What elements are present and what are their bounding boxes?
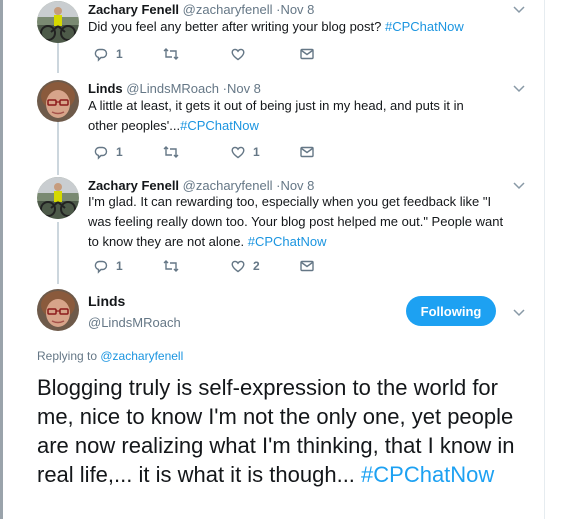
direct-message-button[interactable] [299, 143, 315, 161]
direct-message-icon [299, 258, 315, 274]
tweet-body: Did you feel any better after writing yo… [88, 19, 385, 34]
reply-icon [93, 144, 109, 160]
reply-count: 1 [116, 47, 123, 61]
tweet-header: Linds @LindsMRoach ·Nov 8 [88, 81, 261, 96]
retweet-icon [162, 258, 180, 274]
chevron-down-icon[interactable] [512, 180, 526, 190]
focused-tweet-text: Blogging truly is self-expression to the… [37, 373, 537, 489]
chevron-down-icon[interactable] [512, 4, 526, 14]
reply-button[interactable]: 1 [93, 143, 123, 161]
replying-to-label: Replying to [37, 349, 101, 363]
like-button[interactable] [230, 45, 253, 63]
like-count: 1 [253, 145, 260, 159]
tweet-date[interactable]: Nov 8 [280, 2, 314, 17]
like-button[interactable]: 2 [230, 257, 260, 275]
direct-message-icon [299, 46, 315, 62]
reply-button[interactable]: 1 [93, 257, 123, 275]
like-icon [230, 144, 246, 160]
author-handle[interactable]: @zacharyfenell [183, 2, 273, 17]
author-handle[interactable]: @LindsMRoach [126, 81, 219, 96]
author-name[interactable]: Zachary Fenell [88, 178, 179, 193]
tweet-date[interactable]: Nov 8 [227, 81, 261, 96]
tweet-actions: 1 2 [88, 257, 328, 275]
tweet-header: Zachary Fenell @zacharyfenell ·Nov 8 [88, 2, 314, 17]
zachary-avatar[interactable] [37, 1, 79, 43]
reply-count: 1 [116, 145, 123, 159]
tweet[interactable]: Linds @LindsMRoach ·Nov 8 A little at le… [0, 75, 544, 165]
mention-link[interactable]: @zacharyfenell [100, 349, 183, 363]
like-icon [230, 46, 246, 62]
tweet-text: I'm glad. It can rewarding too, especial… [88, 192, 506, 252]
author-name[interactable]: Linds [88, 293, 125, 309]
tweet-text: A little at least, it gets it out of bei… [88, 96, 493, 136]
retweet-button[interactable] [162, 45, 187, 63]
retweet-icon [162, 144, 180, 160]
retweet-button[interactable] [162, 257, 187, 275]
retweet-button[interactable] [162, 143, 187, 161]
tweet-header: Zachary Fenell @zacharyfenell ·Nov 8 [88, 178, 314, 193]
reply-icon [93, 46, 109, 62]
like-count: 2 [253, 259, 260, 273]
linds-avatar[interactable] [37, 289, 79, 331]
tweet-actions: 1 1 [88, 143, 328, 161]
reply-count: 1 [116, 259, 123, 273]
direct-message-icon [299, 144, 315, 160]
tweet-text: Did you feel any better after writing yo… [88, 17, 508, 37]
tweet[interactable]: Zachary Fenell @zacharyfenell ·Nov 8 Did… [0, 0, 544, 65]
tweet-body: A little at least, it gets it out of bei… [88, 98, 464, 133]
zachary-avatar[interactable] [37, 177, 79, 219]
author-handle[interactable]: @LindsMRoach [88, 315, 181, 330]
direct-message-button[interactable] [299, 257, 315, 275]
tweet-date[interactable]: Nov 8 [280, 178, 314, 193]
linds-avatar[interactable] [37, 80, 79, 122]
author-name[interactable]: Linds [88, 81, 123, 96]
hashtag-link[interactable]: #CPChatNow [248, 234, 327, 249]
chevron-down-icon[interactable] [512, 307, 526, 317]
like-button[interactable]: 1 [230, 143, 260, 161]
reply-button[interactable]: 1 [93, 45, 123, 63]
hashtag-link[interactable]: #CPChatNow [180, 118, 259, 133]
chevron-down-icon[interactable] [512, 83, 526, 93]
replying-to: Replying to @zacharyfenell [37, 349, 183, 363]
hashtag-link[interactable]: #CPChatNow [385, 19, 464, 34]
tweet[interactable]: Zachary Fenell @zacharyfenell ·Nov 8 I'm… [0, 175, 544, 275]
author-handle[interactable]: @zacharyfenell [183, 178, 273, 193]
direct-message-button[interactable] [299, 45, 315, 63]
tweet-actions: 1 [88, 45, 328, 63]
timeline-right-border [544, 0, 545, 519]
hashtag-link[interactable]: #CPChatNow [361, 462, 494, 487]
retweet-icon [162, 46, 180, 62]
author-name[interactable]: Zachary Fenell [88, 2, 179, 17]
reply-icon [93, 258, 109, 274]
following-button[interactable]: Following [406, 296, 496, 326]
like-icon [230, 258, 246, 274]
